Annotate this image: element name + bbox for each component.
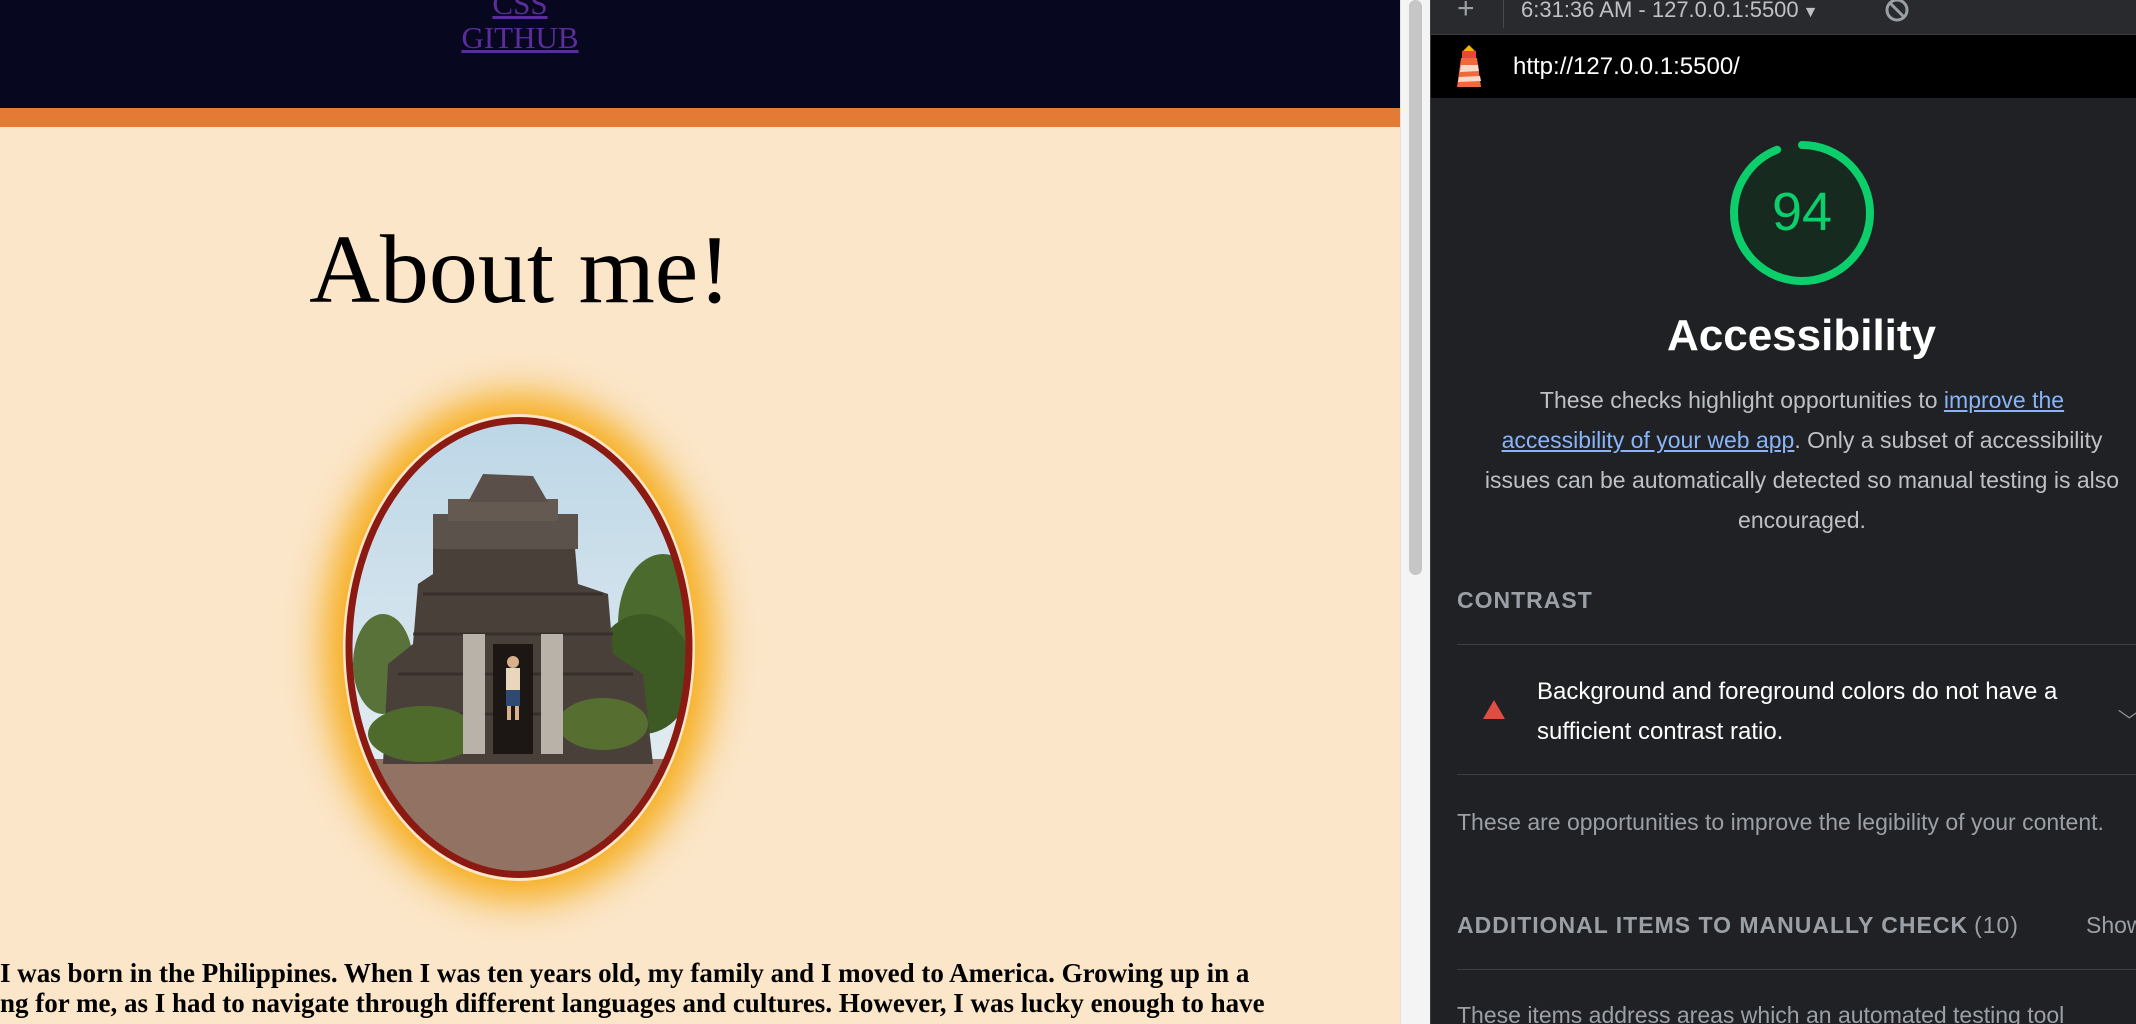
nav-link-css[interactable]: CSS xyxy=(0,0,1040,22)
add-icon[interactable]: + xyxy=(1457,0,1475,26)
description-text: issues can be automatically detected so … xyxy=(1484,467,2120,493)
contrast-group-title: CONTRAST xyxy=(1457,587,1593,613)
improve-accessibility-link[interactable]: improve the xyxy=(1944,387,2064,413)
score-value: 94 xyxy=(1771,182,1833,242)
category-description: These checks highlight opportunities to … xyxy=(1459,380,2136,540)
manual-checks-description: These items address areas which an autom… xyxy=(1457,1002,2065,1024)
description-text: These checks highlight opportunities to xyxy=(1539,387,1944,413)
toolbar-separator xyxy=(1503,0,1504,28)
improve-accessibility-link[interactable]: accessibility of your web app xyxy=(1502,427,1795,453)
dropdown-arrow-icon: ▼ xyxy=(1802,4,1819,21)
audited-url[interactable]: http://127.0.0.1:5500/ xyxy=(1513,52,1740,82)
chevron-down-icon[interactable]: ⌵ xyxy=(2118,698,2136,724)
report-selector-label: 6:31:36 AM - 127.0.0.1:5500 xyxy=(1521,0,1799,22)
show-manual-checks-button[interactable]: Show xyxy=(2086,910,2136,940)
description-text: encouraged. xyxy=(1738,507,1866,533)
nav-link-github[interactable]: GITHUB xyxy=(0,20,1040,56)
lighthouse-panel: + 6:31:36 AM - 127.0.0.1:5500 ▼ http://12… xyxy=(1430,0,2136,1024)
category-title: Accessibility xyxy=(1666,311,1937,360)
web-page: CSS GITHUB About me! I was born in the P… xyxy=(0,0,1400,1024)
audit-title-line: Background and foreground colors do not … xyxy=(1537,678,2058,705)
contrast-group-description: These are opportunities to improve the l… xyxy=(1457,809,2104,835)
audit-title-line: sufficient contrast ratio. xyxy=(1537,718,1784,745)
fail-triangle-icon xyxy=(1483,700,1505,719)
description-text: . Only a subset of accessibility xyxy=(1794,427,2103,453)
divider xyxy=(1457,969,2136,970)
lighthouse-toolbar: + 6:31:36 AM - 127.0.0.1:5500 ▼ xyxy=(1431,0,2136,35)
profile-photo xyxy=(345,417,693,878)
clear-icon[interactable] xyxy=(1883,0,1911,24)
bio-paragraph: I was born in the Philippines. When I wa… xyxy=(0,958,1400,1018)
about-title: About me! xyxy=(309,216,731,324)
page-scrollbar-thumb[interactable] xyxy=(1409,0,1422,575)
site-header: CSS GITHUB xyxy=(0,0,1400,108)
bio-line: I was born in the Philippines. When I wa… xyxy=(0,958,1250,988)
report-selector[interactable]: 6:31:36 AM - 127.0.0.1:5500 ▼ xyxy=(1521,0,1819,27)
manual-checks-count: (10) xyxy=(1974,912,2019,938)
audited-url-bar: http://127.0.0.1:5500/ xyxy=(1431,35,2136,98)
bio-line: ng for me, as I had to navigate through … xyxy=(0,988,1265,1018)
audit-title: Background and foreground colors do not … xyxy=(1537,672,2057,752)
manual-checks-title: ADDITIONAL ITEMS TO MANUALLY CHECK (10) xyxy=(1457,910,2019,940)
header-accent-bar xyxy=(0,108,1400,127)
manual-checks-title-text: ADDITIONAL ITEMS TO MANUALLY CHECK xyxy=(1457,912,1969,938)
lighthouse-logo-icon xyxy=(1457,45,1481,87)
divider xyxy=(1457,774,2136,775)
contrast-audit-item[interactable]: Background and foreground colors do not … xyxy=(1457,644,2136,774)
